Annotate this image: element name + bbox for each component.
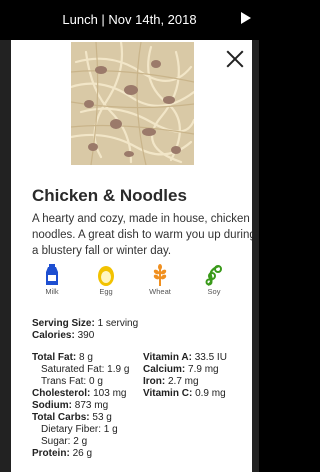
sodium-value: 873 mg xyxy=(74,400,109,411)
meal-date-title: Lunch | Nov 14th, 2018 xyxy=(62,12,197,27)
allergen-label: Wheat xyxy=(149,287,171,296)
serving-info: Serving Size: 1 serving Calories: 390 xyxy=(32,318,138,342)
calcium-value: 7.9 mg xyxy=(188,364,219,375)
total-fat-label: Total Fat: xyxy=(32,352,77,363)
total-carbs-value: 53 g xyxy=(92,412,112,423)
nutrition-left-column: Total Fat: 8 g Saturated Fat: 1.9 g Tran… xyxy=(32,352,129,460)
iron-value: 2.7 mg xyxy=(168,376,199,387)
fiber-label: Dietary Fiber: xyxy=(41,424,102,435)
close-icon[interactable] xyxy=(226,50,244,68)
milk-icon xyxy=(46,264,58,285)
allergen-label: Egg xyxy=(99,287,113,296)
allergen-label: Soy xyxy=(207,287,221,296)
vitamin-a-label: Vitamin A: xyxy=(143,352,192,363)
cholesterol-value: 103 mg xyxy=(93,388,127,399)
allergen-list: Milk Egg Wheat Soy xyxy=(32,264,252,304)
dish-description: A hearty and cozy, made in house, chicke… xyxy=(32,213,252,257)
cholesterol-label: Cholesterol: xyxy=(32,388,91,399)
sugar-label: Sugar: xyxy=(41,436,71,447)
protein-label: Protein: xyxy=(32,448,70,459)
iron-label: Iron: xyxy=(143,376,166,387)
serving-size-value: 1 serving xyxy=(97,318,139,329)
top-bar: Lunch | Nov 14th, 2018 xyxy=(0,0,259,40)
wheat-icon xyxy=(153,264,167,286)
dish-name: Chicken & Noodles xyxy=(32,186,187,205)
calories-label: Calories: xyxy=(32,330,75,341)
calcium-label: Calcium: xyxy=(143,364,186,375)
allergen-milk: Milk xyxy=(32,264,72,296)
total-fat-value: 8 g xyxy=(79,352,93,363)
vitamin-a-value: 33.5 IU xyxy=(194,352,227,363)
vitamin-c-label: Vitamin C: xyxy=(143,388,193,399)
vitamin-c-value: 0.9 mg xyxy=(195,388,226,399)
trans-fat-value: 0 g xyxy=(88,376,103,387)
dish-detail-card: Chicken & Noodles A hearty and cozy, mad… xyxy=(11,40,252,472)
play-icon[interactable] xyxy=(241,12,251,24)
sat-fat-label: Saturated Fat: xyxy=(41,364,105,375)
allergen-wheat: Wheat xyxy=(140,264,180,296)
calories-value: 390 xyxy=(77,330,95,341)
protein-value: 26 g xyxy=(72,448,93,459)
egg-icon xyxy=(98,266,114,286)
sodium-label: Sodium: xyxy=(32,400,72,411)
serving-size-label: Serving Size: xyxy=(32,318,95,329)
allergen-soy: Soy xyxy=(194,264,234,296)
background-edge xyxy=(0,40,11,472)
allergen-egg: Egg xyxy=(86,264,126,296)
dish-photo xyxy=(71,42,194,165)
sat-fat-value: 1.9 g xyxy=(107,364,130,375)
sugar-value: 2 g xyxy=(73,436,88,447)
allergen-label: Milk xyxy=(45,287,59,296)
fiber-value: 1 g xyxy=(103,424,118,435)
soy-icon xyxy=(205,264,222,286)
trans-fat-label: Trans Fat: xyxy=(41,376,87,387)
nutrition-right-column: Vitamin A: 33.5 IU Calcium: 7.9 mg Iron:… xyxy=(143,352,227,400)
total-carbs-label: Total Carbs: xyxy=(32,412,90,423)
background-edge xyxy=(252,40,259,472)
